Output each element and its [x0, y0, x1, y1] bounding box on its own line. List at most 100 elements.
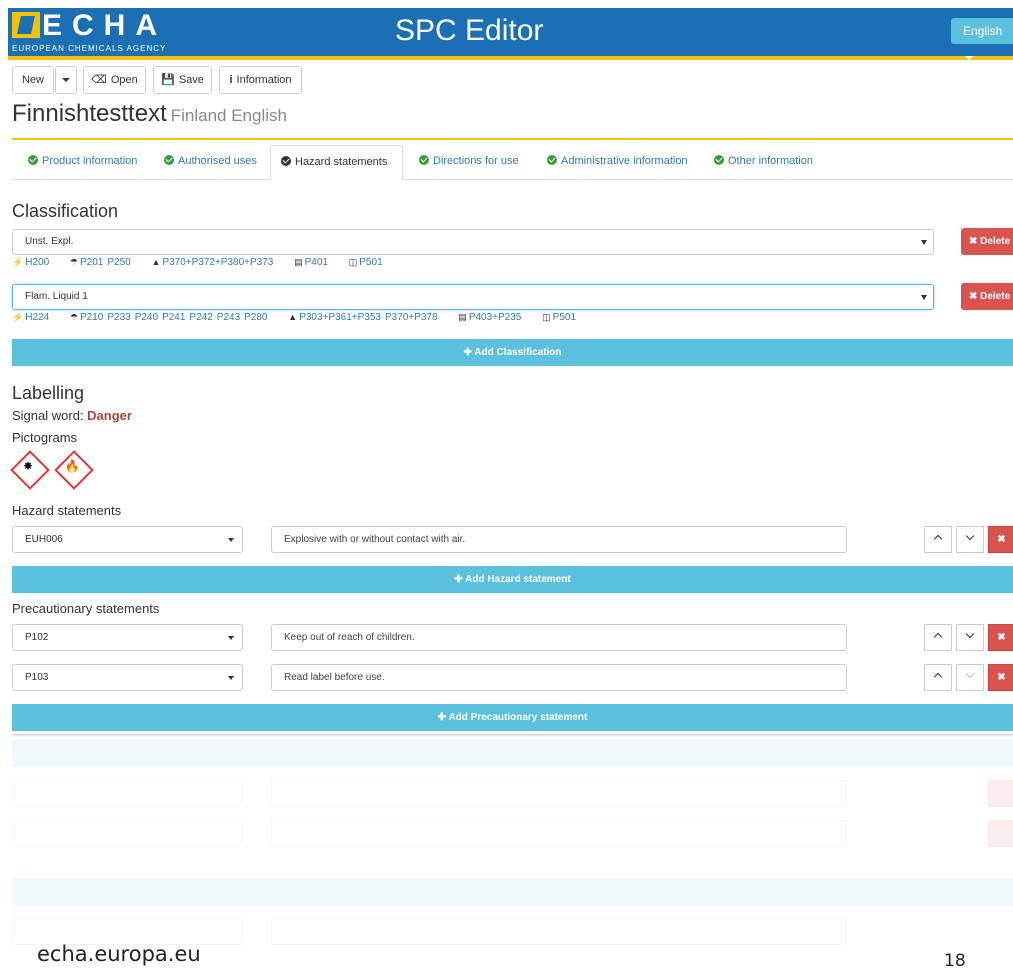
hazard-statement-text[interactable]: Explosive with or without contact with a…: [271, 526, 847, 553]
information-button[interactable]: i Information: [219, 66, 302, 94]
chevron-up-icon: [933, 632, 943, 642]
tab-label: Directions for use: [433, 155, 519, 167]
reflection-field: [271, 820, 847, 847]
reflection-field: [12, 780, 243, 807]
trash-icon: ◫: [348, 257, 358, 267]
tab-directions-for-use[interactable]: Directions for use: [409, 145, 529, 180]
check-circle-icon: [28, 155, 38, 165]
tab-administrative-information[interactable]: Administrative information: [537, 145, 698, 180]
delete-label: Delete: [980, 291, 1011, 302]
info-icon: i: [229, 74, 233, 86]
move-up-button[interactable]: [924, 624, 952, 651]
classification-select[interactable]: Unst. Expl.: [12, 229, 934, 255]
disposal-code[interactable]: P501: [553, 312, 576, 323]
signal-word: Signal word: Danger: [12, 408, 132, 423]
remove-statement-button[interactable]: ✖: [988, 624, 1013, 651]
check-circle-icon: [714, 155, 724, 165]
move-up-button[interactable]: [924, 526, 952, 553]
chevron-down-icon: [965, 531, 975, 541]
language-dropdown[interactable]: English: [951, 18, 1013, 60]
precautionary-code-select[interactable]: P102: [12, 624, 243, 651]
save-button[interactable]: 💾 Save: [153, 66, 212, 94]
prevention-code[interactable]: P240: [135, 312, 158, 323]
check-circle-icon: [164, 155, 174, 165]
move-down-button[interactable]: [956, 624, 984, 651]
add-hazard-statement-button[interactable]: ✚ Add Hazard statement: [12, 566, 1013, 593]
hazard-statements-heading: Hazard statements: [12, 503, 122, 518]
prevention-code[interactable]: P201: [80, 257, 103, 268]
remove-statement-button[interactable]: ✖: [988, 664, 1013, 691]
classification-codes: ⚡ H224 ☂ P210 P233 P240 P241 P242 P243 P280 ▲ P30…: [12, 312, 594, 323]
archive-icon: ▤: [458, 312, 467, 322]
caret-down-icon: [228, 538, 234, 542]
check-circle-icon: [547, 155, 557, 165]
caret-down-icon: [62, 78, 70, 83]
classification-heading: Classification: [12, 201, 119, 221]
open-label: Open: [110, 74, 138, 86]
new-dropdown-toggle[interactable]: [55, 66, 77, 94]
classification-select[interactable]: Flam. Liquid 1: [12, 284, 934, 310]
delete-classification-button[interactable]: ✖ Delete: [961, 228, 1013, 255]
response-code[interactable]: P370+P378: [385, 312, 438, 323]
prevention-code[interactable]: P241: [162, 312, 185, 323]
hazard-code[interactable]: H224: [25, 312, 49, 323]
language-label: English: [963, 24, 1003, 38]
hazard-code-select[interactable]: EUH006: [12, 526, 243, 553]
tab-product-information[interactable]: Product information: [18, 145, 147, 180]
screenshot-reflection: [0, 736, 1013, 956]
tab-label: Hazard statements: [295, 156, 388, 168]
lightning-icon: ⚡: [12, 257, 24, 267]
chevron-down-icon: [965, 629, 975, 639]
move-up-button[interactable]: [924, 664, 952, 691]
prevention-code[interactable]: P242: [189, 312, 212, 323]
close-icon: ✖: [997, 534, 1006, 545]
trash-icon: ◫: [542, 312, 551, 322]
caret-down-icon: [921, 295, 927, 300]
close-icon: ✖: [969, 291, 978, 302]
page-title: Finnishtesttext Finland English: [12, 100, 287, 128]
page-number: 18: [944, 951, 966, 971]
add-classification-button[interactable]: ✚ Add Classification: [12, 339, 1013, 366]
new-label: New: [21, 74, 44, 86]
close-icon: ✖: [997, 632, 1006, 643]
hazard-code[interactable]: H200: [25, 257, 49, 268]
archive-icon: ▤: [294, 257, 303, 267]
move-down-button[interactable]: [956, 664, 984, 691]
floppy-disk-icon: 💾: [161, 74, 175, 86]
response-code[interactable]: P370+P372+P380+P373: [162, 257, 273, 268]
reflection-field: [12, 918, 243, 945]
folder-open-icon: ⌫: [91, 74, 107, 86]
check-circle-icon: [419, 155, 429, 165]
tab-bar: Product information Authorised uses Haza…: [12, 145, 1013, 181]
tab-authorised-uses[interactable]: Authorised uses: [154, 145, 267, 180]
prevention-code[interactable]: P233: [107, 312, 130, 323]
app-title: SPC Editor: [395, 14, 544, 47]
response-code[interactable]: P303+P361+P353: [299, 312, 381, 323]
disposal-code[interactable]: P501: [359, 257, 382, 268]
precautionary-code-value: P103: [25, 672, 49, 683]
open-button[interactable]: ⌫ Open: [83, 66, 146, 94]
storage-code[interactable]: P401: [305, 257, 328, 268]
tab-hazard-statements[interactable]: Hazard statements: [270, 145, 403, 181]
prevention-code[interactable]: P243: [217, 312, 240, 323]
title-divider: [12, 138, 1013, 140]
signal-word-label: Signal word:: [12, 408, 84, 423]
remove-statement-button[interactable]: ✖: [988, 526, 1013, 553]
tab-other-information[interactable]: Other information: [704, 145, 823, 180]
precautionary-statement-text[interactable]: Keep out of reach of children.: [271, 624, 847, 651]
prevention-code[interactable]: P210: [80, 312, 103, 323]
precautionary-code-select[interactable]: P103: [12, 664, 243, 691]
storage-code[interactable]: P403+P235: [469, 312, 522, 323]
classification-codes: ⚡ H200 ☂ P201 P250 ▲ P370+P372+P380+P373 ▤ P4…: [12, 257, 401, 268]
delete-classification-button[interactable]: ✖ Delete: [961, 283, 1013, 310]
labelling-heading: Labelling: [12, 383, 85, 403]
move-down-button[interactable]: [956, 526, 984, 553]
document-subtitle: Finland English: [170, 106, 287, 125]
add-precautionary-statement-button[interactable]: ✚ Add Precautionary statement: [12, 704, 1013, 731]
precautionary-statement-text[interactable]: Read label before use.: [271, 664, 847, 691]
hazard-code-value: EUH006: [25, 534, 63, 545]
new-button[interactable]: New: [12, 66, 54, 94]
prevention-code[interactable]: P250: [107, 257, 130, 268]
prevention-code[interactable]: P280: [244, 312, 267, 323]
classification-value: Flam. Liquid 1: [25, 291, 88, 302]
